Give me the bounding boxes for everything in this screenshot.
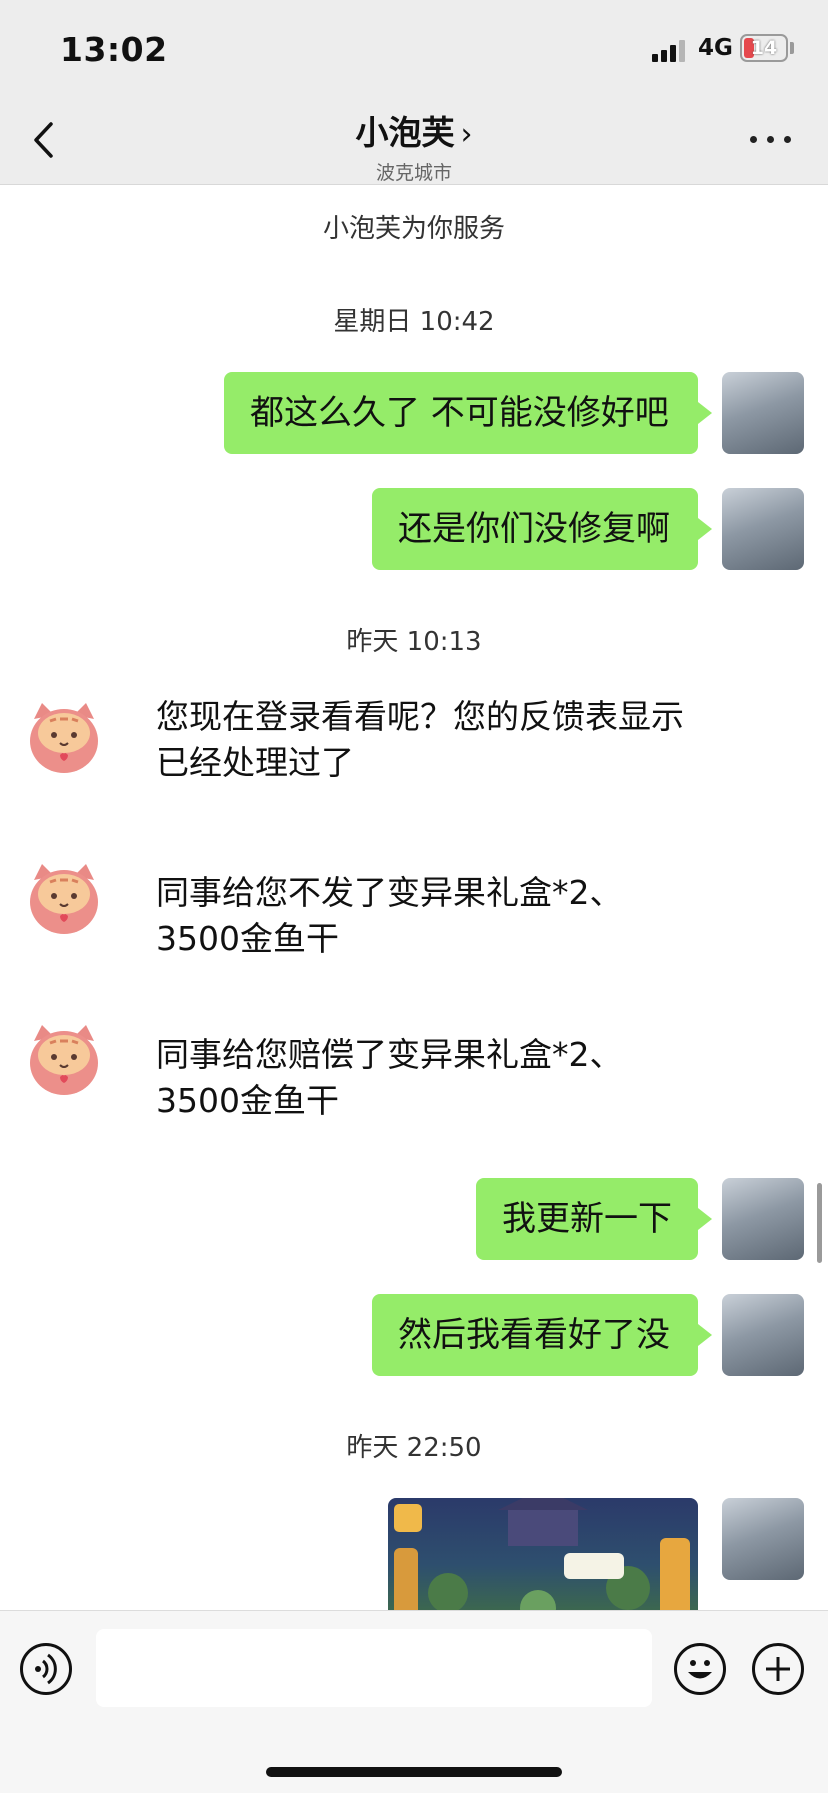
image-message[interactable] <box>388 1498 698 1610</box>
plus-button[interactable] <box>752 1643 804 1695</box>
chevron-right-icon: › <box>460 117 473 152</box>
home-indicator <box>266 1767 562 1777</box>
voice-button[interactable] <box>20 1643 72 1695</box>
voice-icon <box>35 1653 57 1685</box>
my-avatar[interactable] <box>722 1178 804 1260</box>
input-bar <box>0 1610 828 1793</box>
incoming-message[interactable]: 同事给您赔偿了变异果礼盒*2、3500金鱼干 <box>156 1032 646 1124</box>
chat-title-button[interactable]: 小泡芙 › 波克城市 <box>0 106 828 185</box>
emoji-button[interactable] <box>674 1643 726 1695</box>
battery-nub <box>790 42 794 54</box>
my-avatar[interactable] <box>722 1498 804 1580</box>
game-screenshot-thumbnail <box>394 1498 690 1610</box>
outgoing-message[interactable]: 我更新一下 <box>476 1178 712 1260</box>
incoming-message[interactable]: 您现在登录看看呢？您的反馈表显示已经处理过了 <box>156 624 716 786</box>
chat-subtitle: 波克城市 <box>375 162 452 184</box>
incoming-message[interactable]: 同事给您不发了变异果礼盒*2、3500金鱼干 <box>156 870 646 962</box>
cat-mascot-avatar[interactable] <box>24 697 104 777</box>
my-avatar[interactable] <box>722 372 804 454</box>
cat-mascot-avatar[interactable] <box>24 1019 104 1099</box>
emoji-icon <box>688 1660 712 1679</box>
plus-icon <box>766 1657 790 1681</box>
chat-messages[interactable]: 小泡芙为你服务 星期日 10:42 都这么久了 不可能没修好吧 还是你们没修复啊… <box>0 185 828 1610</box>
network-label: 4G <box>698 35 733 61</box>
scroll-indicator[interactable] <box>817 1183 822 1263</box>
signal-icon <box>652 38 692 62</box>
battery-icon: 14 <box>740 34 788 62</box>
my-avatar[interactable] <box>722 1294 804 1376</box>
chat-header: 小泡芙 › 波克城市 <box>0 96 828 185</box>
battery-level: 14 <box>750 37 778 59</box>
message-input[interactable] <box>96 1629 652 1707</box>
cat-mascot-avatar[interactable] <box>24 858 104 938</box>
my-avatar[interactable] <box>722 488 804 570</box>
more-button[interactable] <box>748 130 794 150</box>
outgoing-message[interactable]: 还是你们没修复啊 <box>372 488 712 570</box>
outgoing-message[interactable]: 然后我看看好了没 <box>372 1294 712 1376</box>
chat-title: 小泡芙 <box>355 113 455 152</box>
service-notice: 小泡芙为你服务 <box>322 214 505 244</box>
status-bar: 13:02 4G 14 <box>0 0 828 96</box>
status-time: 13:02 <box>60 30 168 69</box>
timestamp: 星期日 10:42 <box>333 307 495 337</box>
timestamp: 昨天 22:50 <box>346 1433 482 1463</box>
outgoing-message[interactable]: 都这么久了 不可能没修好吧 <box>224 372 712 454</box>
